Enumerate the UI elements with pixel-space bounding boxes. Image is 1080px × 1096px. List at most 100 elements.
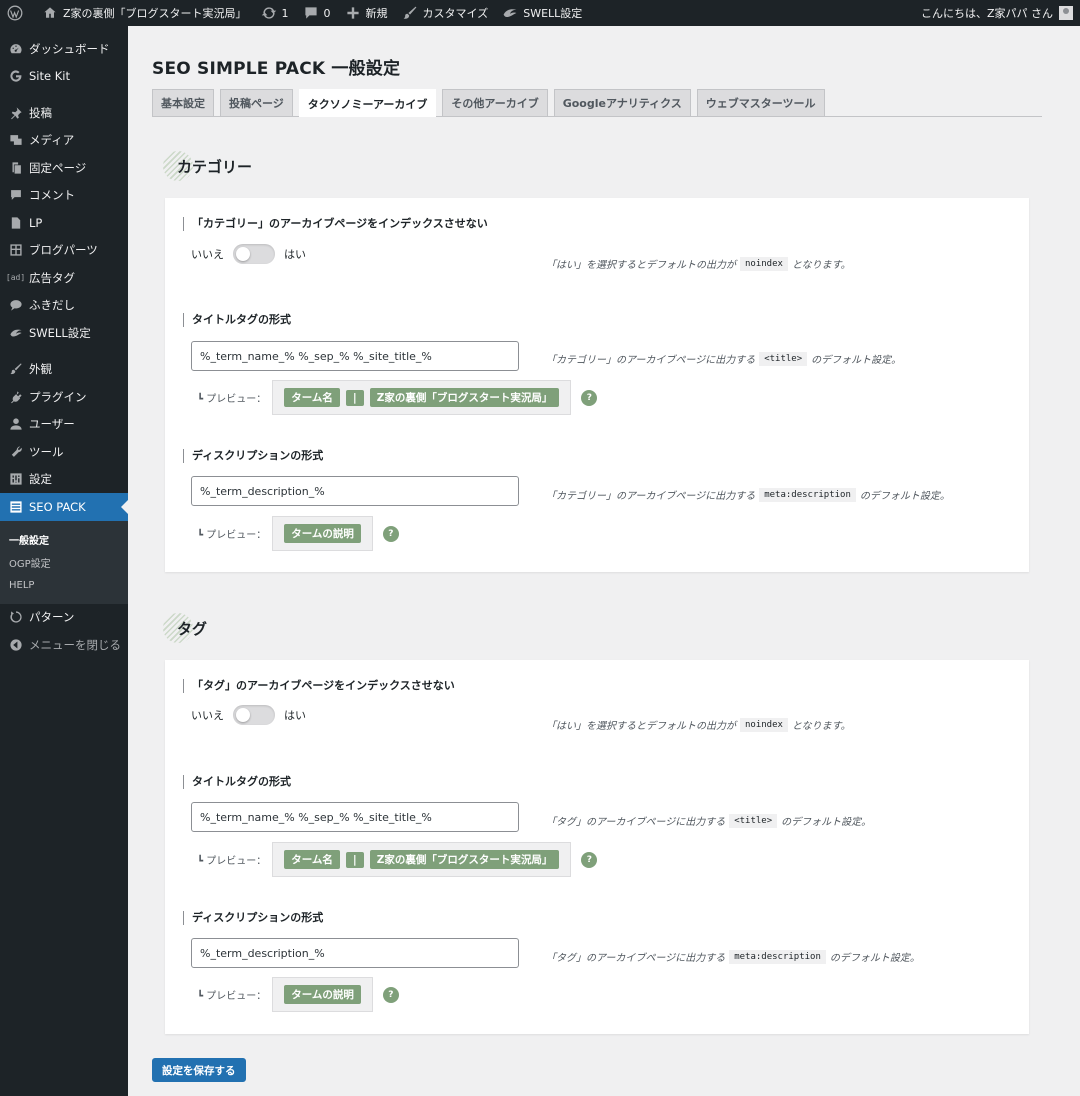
tab-posts[interactable]: 投稿ページ — [220, 89, 293, 116]
help-icon[interactable]: ? — [581, 851, 598, 868]
sidebar-item-patterns[interactable]: パターン — [0, 604, 128, 632]
sidebar-item-label: 設定 — [29, 472, 52, 487]
title-format-description: 「タグ」のアーカイブページに出力する <title> のデフォルト設定。 — [546, 813, 872, 828]
brush-icon — [8, 362, 23, 377]
wordpress-icon — [7, 5, 23, 21]
updates-count: 1 — [281, 6, 289, 20]
section-title-tag: タグ — [163, 613, 207, 643]
tab-other-archive[interactable]: その他アーカイブ — [442, 89, 548, 116]
sidebar-item-label: SEO PACK — [29, 499, 86, 514]
sidebar-item-site-kit[interactable]: Site Kit — [0, 63, 128, 91]
settings-icon — [8, 472, 23, 487]
sidebar-item-seo-pack[interactable]: SEO PACK — [0, 493, 128, 521]
sidebar-item-media[interactable]: メディア — [0, 127, 128, 155]
preview-chip-term-description: タームの説明 — [284, 524, 361, 543]
sidebar-item-pages[interactable]: 固定ページ — [0, 154, 128, 182]
preview-chip-separator: | — [345, 851, 364, 868]
dashboard-icon — [8, 41, 23, 56]
noindex-switch[interactable] — [233, 705, 275, 725]
sidebar-item-blog-parts[interactable]: ブログパーツ — [0, 237, 128, 265]
noindex-code: noindex — [740, 717, 788, 732]
sidebar-item-tools[interactable]: ツール — [0, 438, 128, 466]
preview-label: ┗ プレビュー： — [197, 856, 267, 867]
tab-taxonomy-archive[interactable]: タクソノミーアーカイブ — [298, 89, 437, 117]
description-format-label: ディスクリプションの形式 — [183, 911, 323, 925]
swell-icon — [8, 325, 23, 340]
noindex-switch[interactable] — [233, 244, 275, 264]
help-icon[interactable]: ? — [382, 525, 399, 542]
sidebar-item-settings[interactable]: 設定 — [0, 466, 128, 494]
submenu-item-help[interactable]: HELP — [0, 574, 128, 597]
tab-google-analytics[interactable]: Googleアナリティクス — [553, 89, 691, 116]
preview-chip-term-description: タームの説明 — [284, 985, 361, 1004]
sidebar-item-label: ツール — [29, 444, 64, 459]
sidebar-item-label: 固定ページ — [29, 160, 87, 175]
sidebar-item-ad-tags[interactable]: [ad] 広告タグ — [0, 264, 128, 292]
preview-chip-site-title: Z家の裏側「ブログスタート実況局」 — [369, 850, 560, 869]
sidebar-item-lp[interactable]: LP — [0, 209, 128, 237]
sidebar-item-users[interactable]: ユーザー — [0, 411, 128, 439]
page-icon — [8, 160, 23, 175]
noindex-label: 「カテゴリー」のアーカイブページをインデックスさせない — [183, 217, 488, 231]
meta-description-code: meta:description — [759, 487, 856, 502]
wrench-icon — [8, 444, 23, 459]
my-account-link[interactable]: こんにちは、Z家パパ さん — [914, 0, 1080, 26]
title-preview-row: ┗ プレビュー： ターム名 | Z家の裏側「ブログスタート実況局」 ? — [197, 380, 598, 415]
sidebar-item-dashboard[interactable]: ダッシュボード — [0, 35, 128, 63]
title-format-description: 「カテゴリー」のアーカイブページに出力する <title> のデフォルト設定。 — [546, 351, 902, 366]
title-format-input[interactable] — [191, 802, 519, 832]
toggle-yes-label: はい — [284, 709, 306, 722]
sidebar-item-appearance[interactable]: 外観 — [0, 356, 128, 384]
sidebar-item-swell-settings[interactable]: SWELL設定 — [0, 319, 128, 347]
preview-label: ┗ プレビュー： — [197, 991, 267, 1002]
ad-icon: [ad] — [5, 273, 26, 283]
collapse-menu-button[interactable]: メニューを閉じる — [0, 631, 128, 659]
help-icon[interactable]: ? — [382, 986, 399, 1003]
toggle-no-label: いいえ — [191, 709, 224, 722]
grid-icon — [8, 243, 23, 258]
save-settings-button[interactable]: 設定を保存する — [152, 1058, 246, 1082]
sidebar-item-balloon[interactable]: ふきだし — [0, 292, 128, 320]
updates-link[interactable]: 1 — [254, 0, 296, 26]
submenu-item-general[interactable]: 一般設定 — [0, 528, 128, 551]
new-content-link[interactable]: 新規 — [338, 0, 395, 26]
title-format-input[interactable] — [191, 341, 519, 371]
noindex-label: 「タグ」のアーカイブページをインデックスさせない — [183, 679, 455, 693]
help-icon[interactable]: ? — [581, 389, 598, 406]
greeting-label: こんにちは、Z家パパ さん — [920, 7, 1053, 20]
sidebar-item-posts[interactable]: 投稿 — [0, 99, 128, 127]
title-code: <title> — [759, 351, 808, 366]
tab-basic[interactable]: 基本設定 — [152, 89, 214, 116]
description-format-input[interactable] — [191, 476, 519, 506]
swell-icon — [502, 5, 518, 21]
swell-settings-link[interactable]: SWELL設定 — [495, 0, 589, 26]
wp-logo-button[interactable] — [0, 0, 35, 26]
title-format-label: タイトルタグの形式 — [183, 313, 291, 327]
admin-sidebar: ダッシュボード Site Kit 投稿 メディア 固定ページ コメント LP ブ… — [0, 26, 128, 1096]
pattern-icon — [8, 610, 23, 625]
comments-link[interactable]: 0 — [296, 0, 338, 26]
preview-label: ┗ プレビュー： — [197, 394, 267, 405]
plus-icon — [345, 5, 361, 21]
sidebar-item-comments[interactable]: コメント — [0, 182, 128, 210]
description-format-input[interactable] — [191, 938, 519, 968]
sidebar-item-label: メディア — [29, 133, 75, 148]
sidebar-item-label: パターン — [29, 610, 75, 625]
submenu-item-ogp[interactable]: OGP設定 — [0, 551, 128, 574]
plugin-icon — [8, 389, 23, 404]
noindex-toggle-row: いいえ はい — [191, 244, 306, 264]
description-preview-row: ┗ プレビュー： タームの説明 ? — [197, 516, 399, 551]
main-content: SEO SIMPLE PACK 一般設定 基本設定 投稿ページ タクソノミーアー… — [128, 26, 1080, 1096]
tab-webmaster-tools[interactable]: ウェブマスターツール — [696, 89, 825, 116]
category-settings-card: 「カテゴリー」のアーカイブページをインデックスさせない いいえ はい 「はい」を… — [165, 198, 1029, 572]
customize-link[interactable]: カスタマイズ — [395, 0, 496, 26]
new-label: 新規 — [365, 7, 388, 20]
title-format-label: タイトルタグの形式 — [183, 775, 291, 789]
sidebar-item-label: ブログパーツ — [29, 243, 98, 258]
page-icon — [8, 215, 23, 230]
swell-settings-label: SWELL設定 — [523, 7, 583, 20]
site-name-link[interactable]: Z家の裏側「ブログスタート実況局」 — [35, 0, 254, 26]
title-preview-box: ターム名 | Z家の裏側「ブログスタート実況局」 — [272, 842, 572, 877]
noindex-description: 「はい」を選択するとデフォルトの出力が noindex となります。 — [546, 256, 851, 271]
sidebar-item-plugins[interactable]: プラグイン — [0, 383, 128, 411]
